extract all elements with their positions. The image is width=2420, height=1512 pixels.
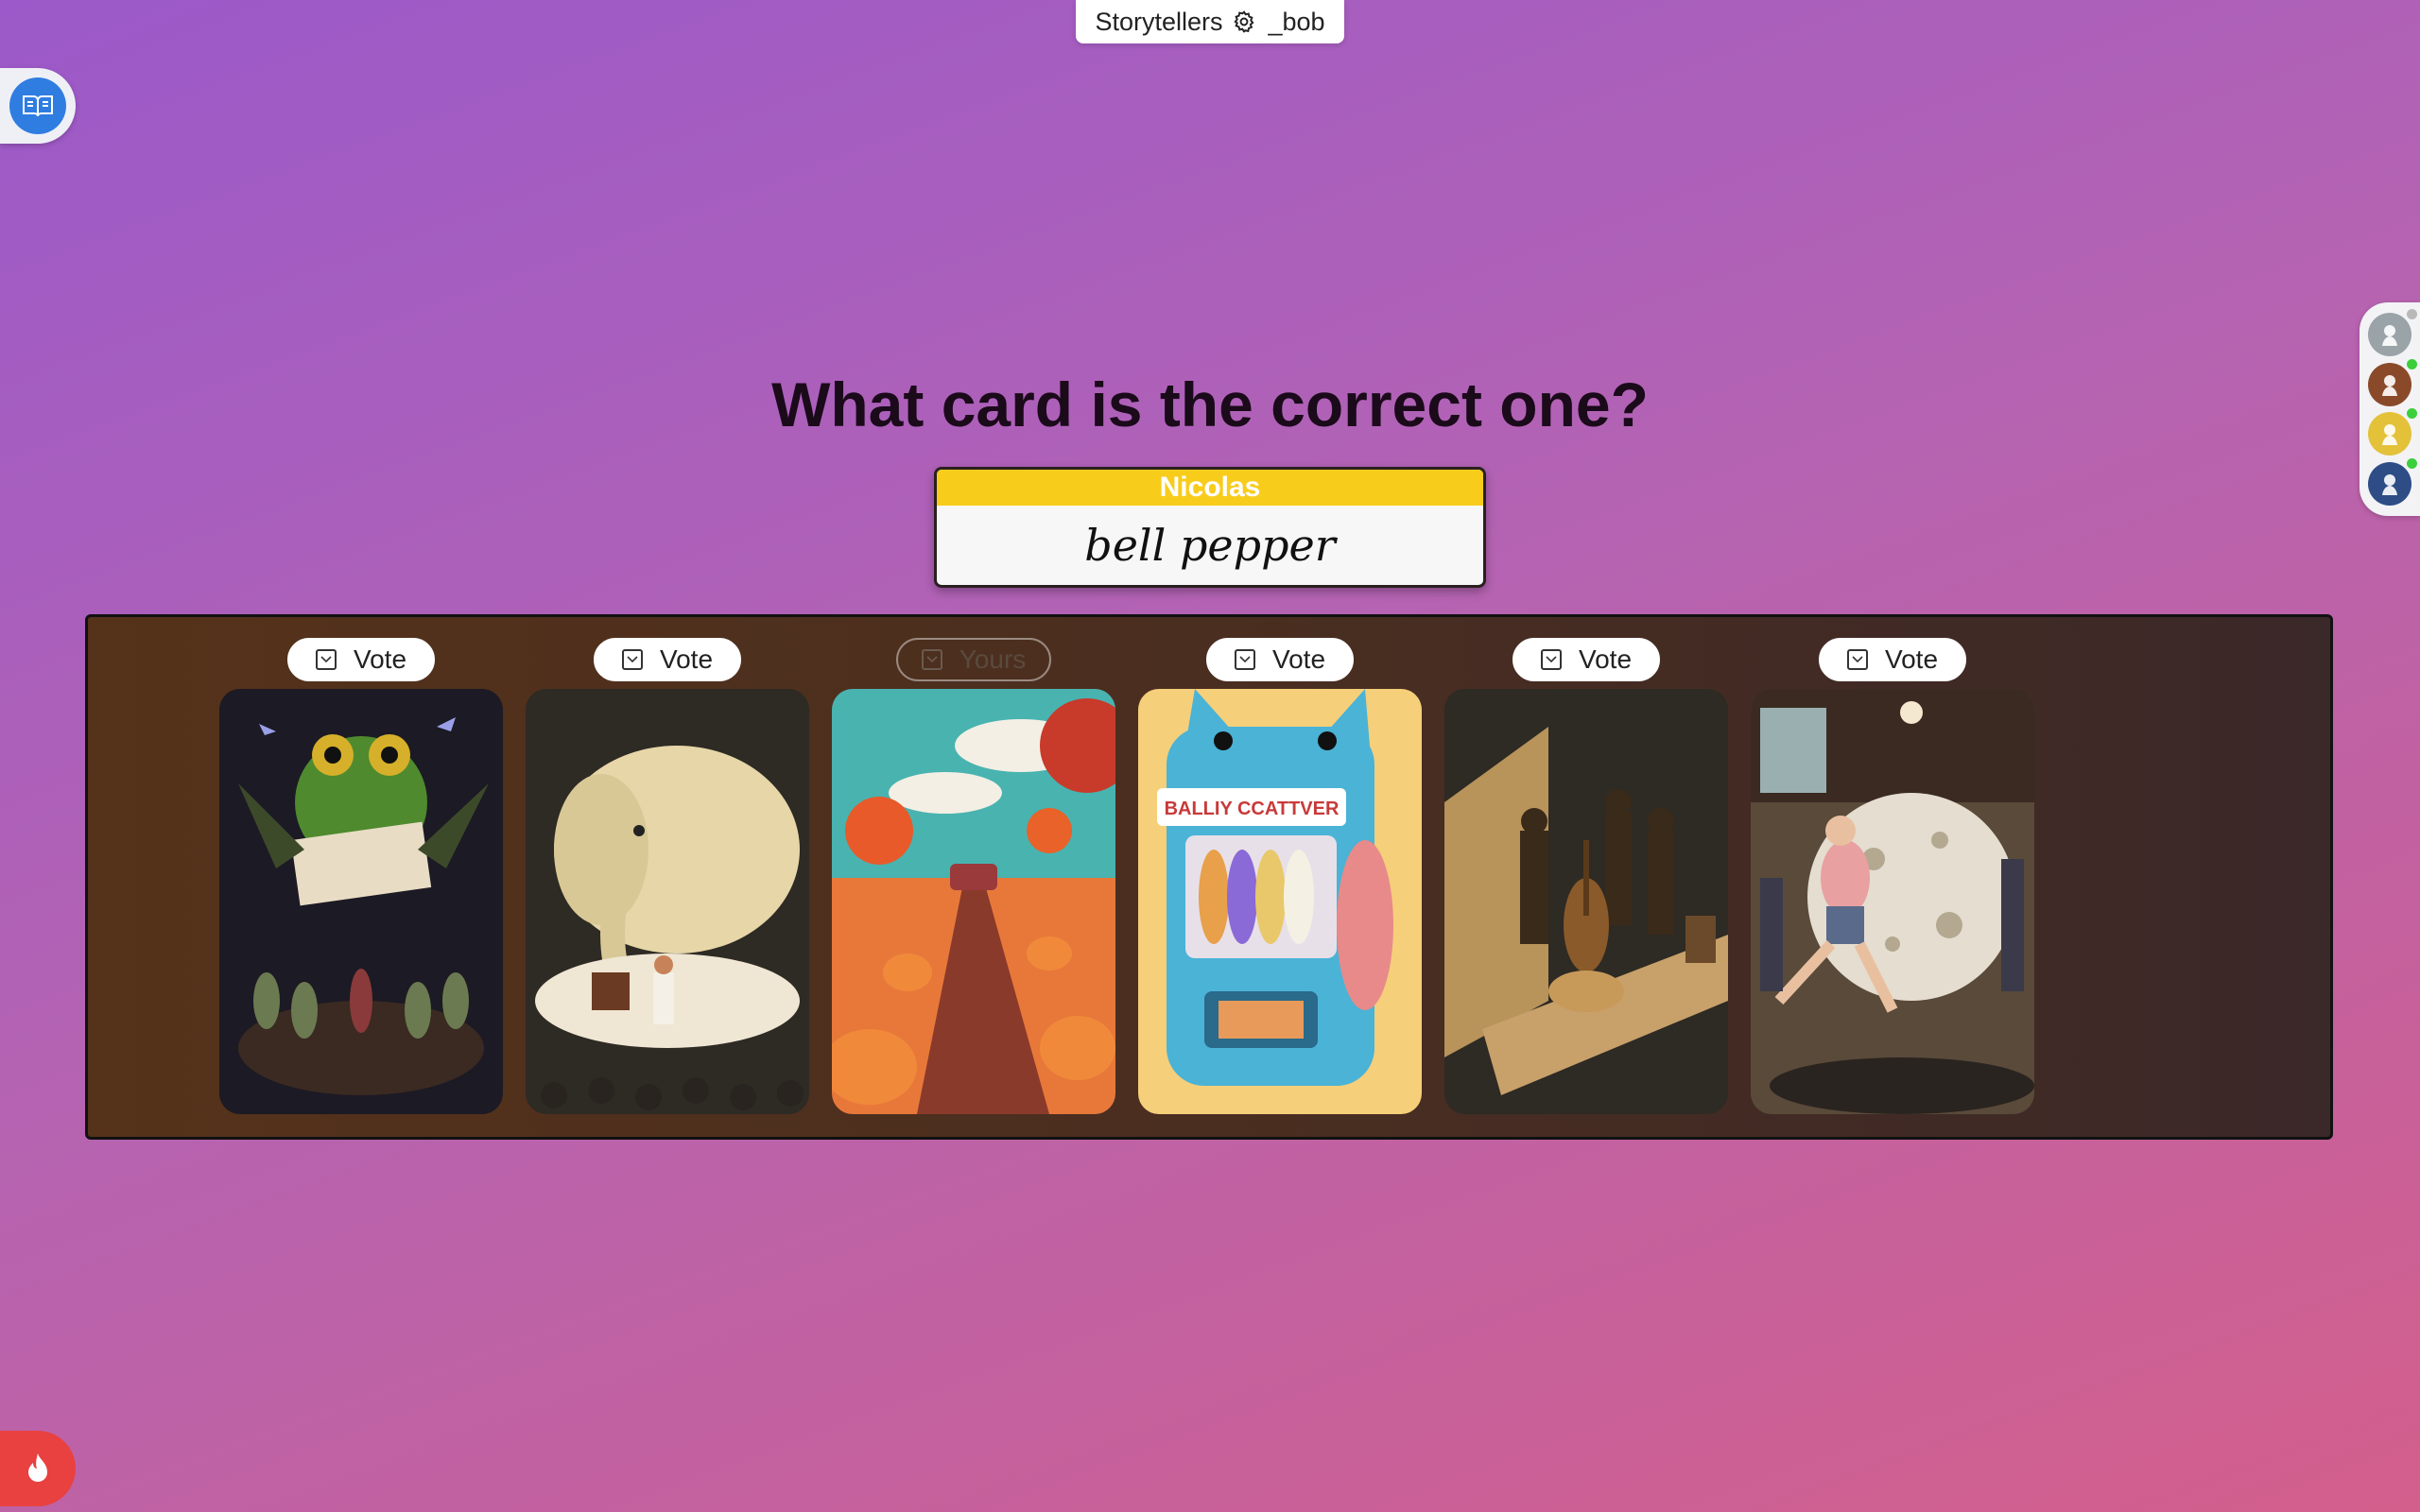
gear-icon[interactable] [1232,9,1258,35]
vote-button[interactable]: Vote [1206,638,1354,681]
player-avatar-3[interactable] [2368,457,2417,506]
checkbox-icon [1540,649,1562,670]
checkbox-icon [921,649,942,670]
card-image-elephant-on-cake[interactable] [526,689,809,1114]
fire-icon [28,1453,47,1482]
card-image-pumpkin-field-road[interactable] [832,689,1115,1114]
squid-avatar-icon [2382,473,2397,495]
vote-label: Vote [659,644,714,674]
page-title: What card is the correct one? [771,369,1649,439]
storyteller-name: Nicolas [937,470,1483,506]
username[interactable]: _bob [1268,8,1324,37]
clue-word: bell pepper [1084,520,1336,571]
checkbox-icon [1234,649,1255,670]
checkbox-icon [1846,649,1868,670]
card-image-jazz-band-diorama[interactable] [1444,689,1728,1114]
game-name: Storytellers [1095,7,1223,36]
online-status-dot [2407,309,2417,320]
vote-label: Vote [353,644,407,674]
game-header: Storytellers _bob [1076,0,1344,43]
vote-button[interactable]: Vote [1819,638,1966,681]
vote-label: Vote [1271,644,1326,674]
vote-button[interactable]: Vote [287,638,435,681]
vote-label: Vote [1884,644,1939,674]
card-slot-6: Vote [1751,638,2034,1114]
vote-label: Vote [1578,644,1633,674]
checkbox-icon [315,649,337,670]
rules-button[interactable] [0,68,76,144]
card-image-frog-reading-book[interactable] [219,689,503,1114]
card-slot-3: Yours [832,638,1115,1114]
book-icon [9,77,66,134]
svg-text:BALLIY CCATTVER: BALLIY CCATTVER [1165,799,1340,819]
card-slot-1: Vote [219,638,503,1114]
vote-button[interactable]: Vote [594,638,741,681]
card-board: Vote Vote Yours Vote BALLIY CCATTVER Vote Vote [85,614,2333,1140]
seahorse-avatar-icon [2382,325,2397,347]
vote-label: Yours [959,644,1027,674]
fire-button[interactable] [0,1431,76,1506]
card-slot-4: Vote BALLIY CCATTVER [1138,638,1422,1114]
card-image-cat-vending-machine[interactable]: BALLIY CCATTVER [1138,689,1422,1114]
player-avatar-0[interactable] [2368,309,2417,357]
card-image-person-kicking-giant-ball[interactable] [1751,689,2034,1114]
yours-button: Yours [896,638,1051,681]
card-slot-5: Vote [1444,638,1728,1114]
vote-button[interactable]: Vote [1512,638,1660,681]
online-status-dot [2407,457,2417,469]
checkbox-icon [621,649,643,670]
clue-card: Nicolas bell pepper [934,467,1486,588]
card-slot-2: Vote [526,638,809,1114]
